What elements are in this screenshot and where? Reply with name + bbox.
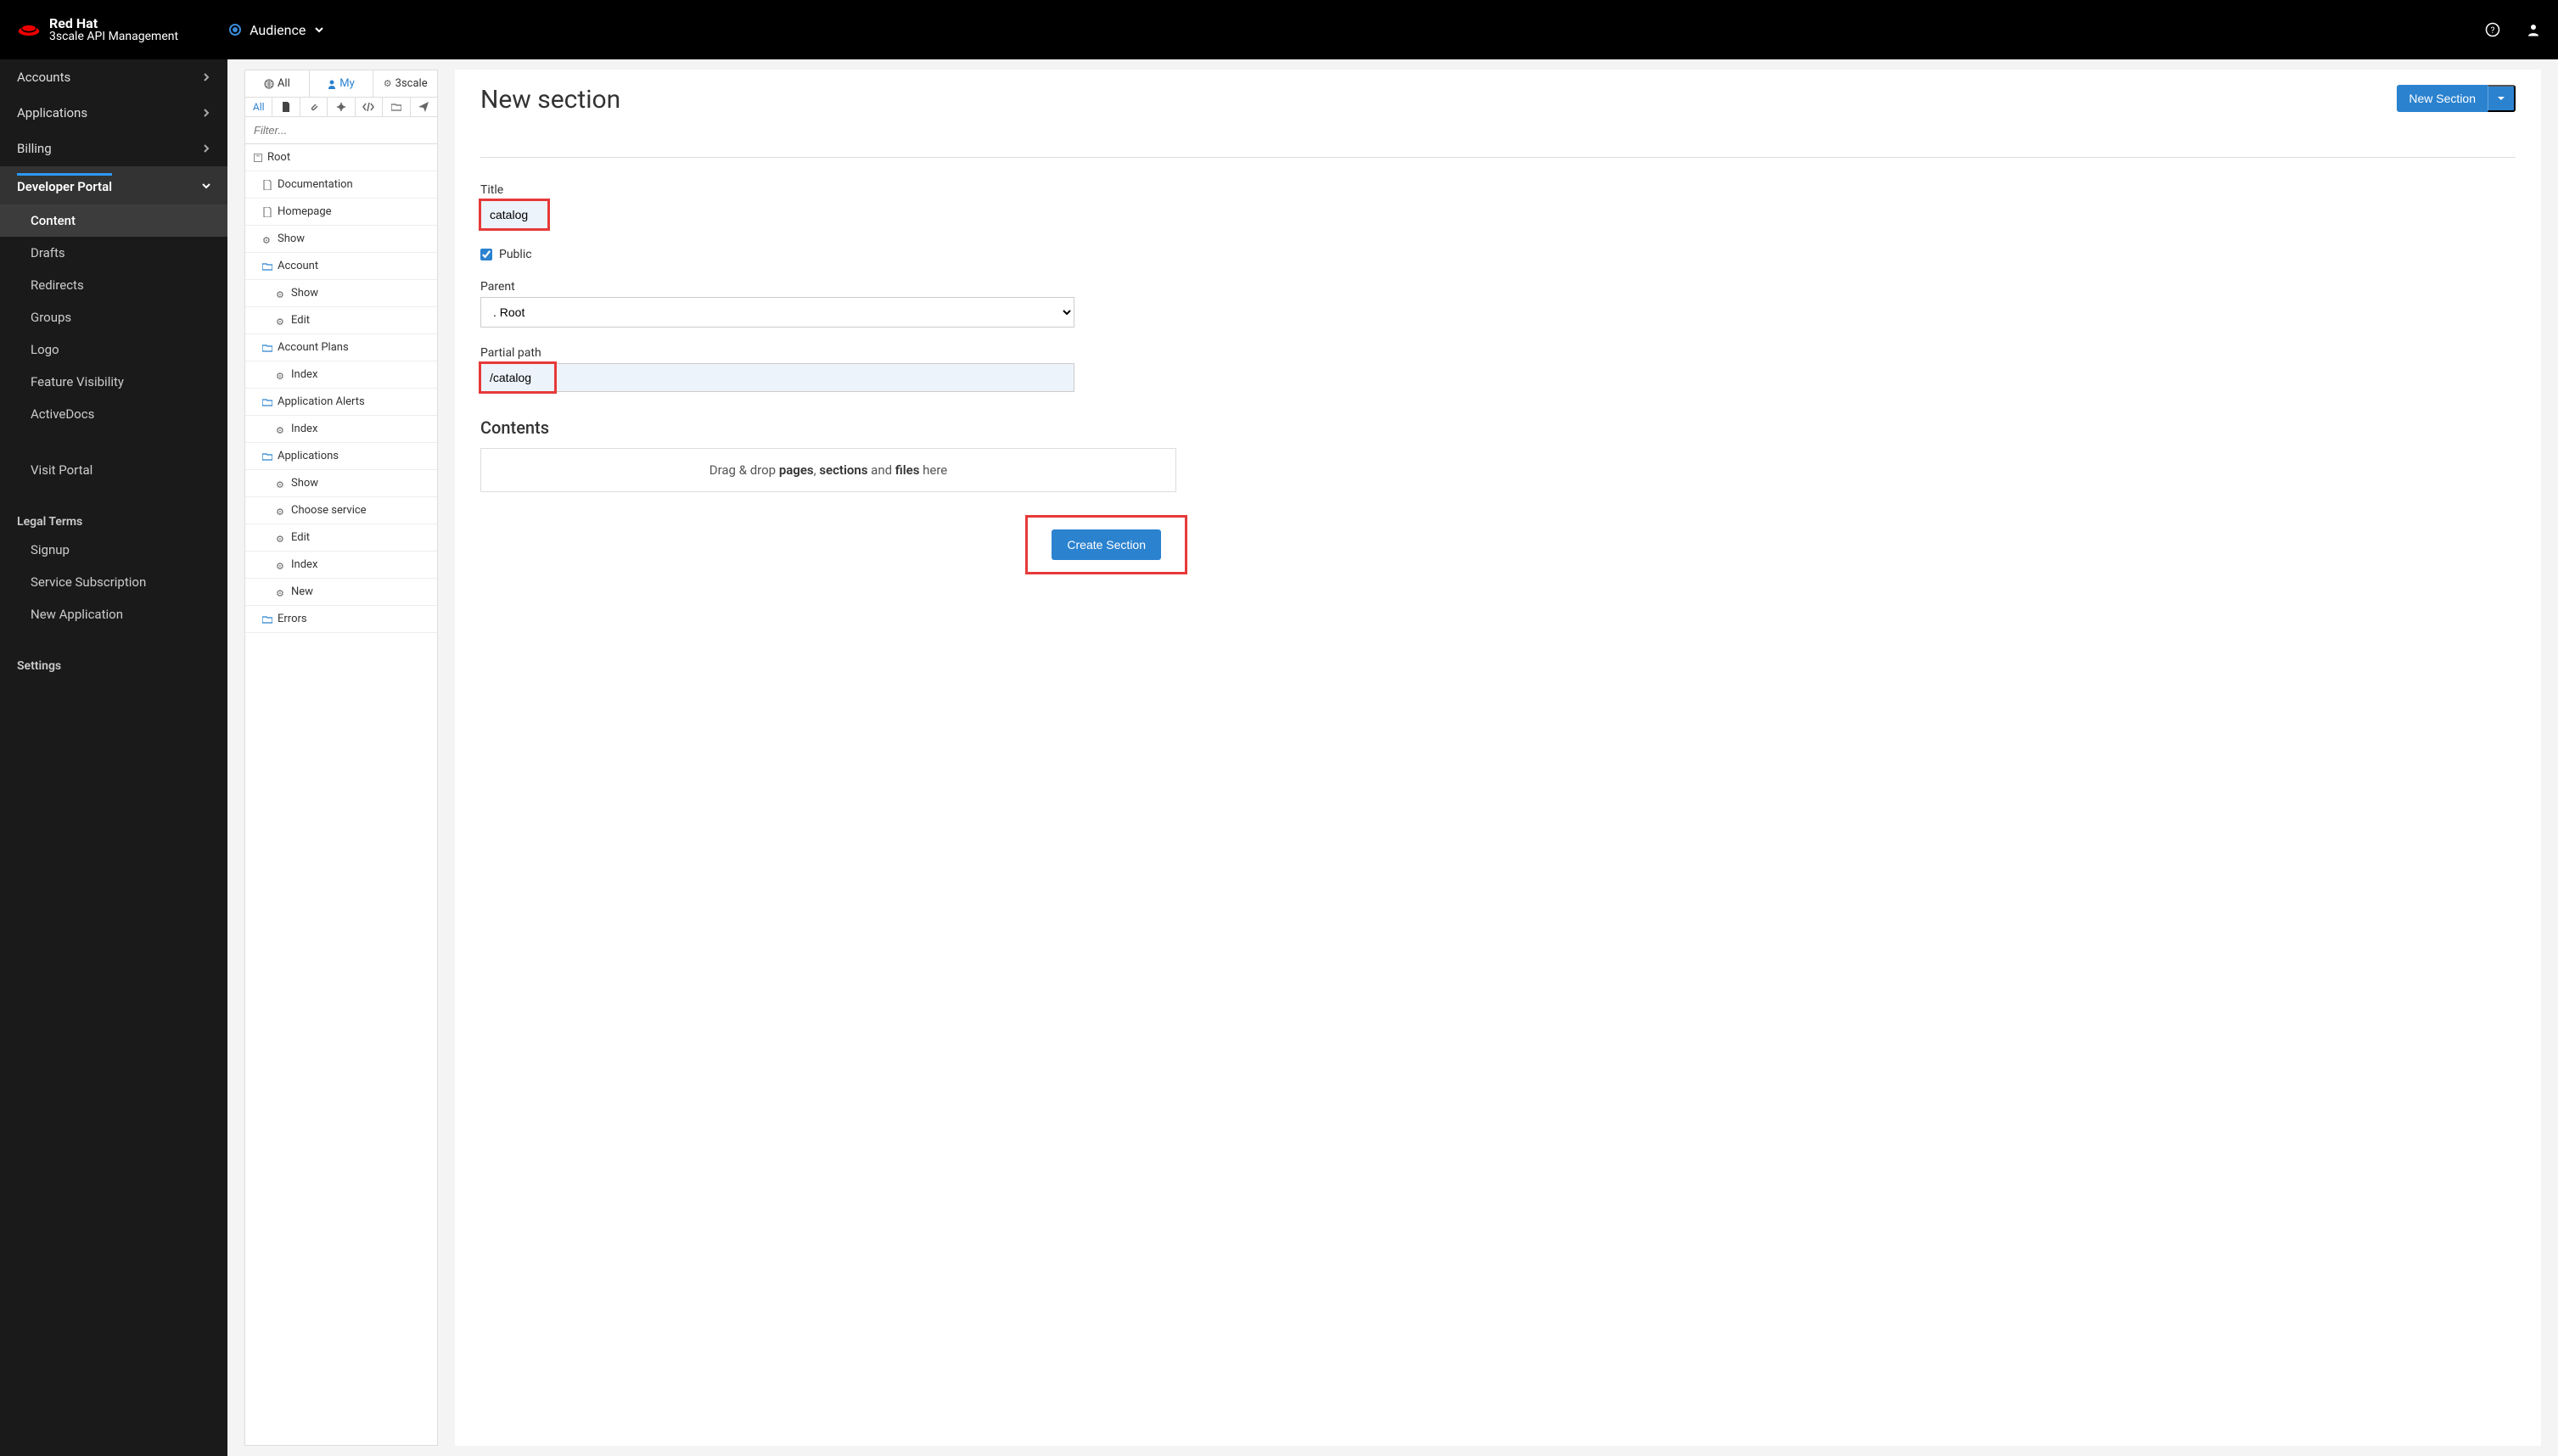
sidebar-item-label: Applications [17, 105, 87, 120]
new-section-button-group: New Section [2397, 85, 2516, 112]
caret-down-icon [2497, 94, 2505, 103]
sidebar-item-label: Billing [17, 141, 52, 156]
partial-path-input[interactable] [480, 363, 1074, 392]
tree-node[interactable]: Application Alerts [245, 389, 437, 416]
filter-partial-icon[interactable] [328, 98, 355, 116]
title-input[interactable] [480, 200, 548, 229]
tree-node[interactable]: New [245, 579, 437, 606]
user-icon[interactable] [2526, 22, 2541, 37]
sidebar-item-developer-portal[interactable]: Developer Portal [0, 166, 227, 204]
tree-node[interactable]: Homepage [245, 199, 437, 226]
title-label: Title [480, 183, 2516, 197]
contents-dropzone[interactable]: Drag & drop pages, sections and files he… [480, 448, 1176, 492]
sidebar-sub-feature-visibility[interactable]: Feature Visibility [0, 366, 227, 398]
sidebar-item-billing[interactable]: Billing [0, 131, 227, 166]
sidebar-item-accounts[interactable]: Accounts [0, 59, 227, 95]
product-name: 3scale API Management [49, 31, 178, 43]
filter-attachment-icon[interactable] [300, 98, 328, 116]
create-section-button[interactable]: Create Section [1052, 529, 1161, 560]
sidebar-sub-content[interactable]: Content [0, 204, 227, 237]
chevron-right-icon [202, 73, 210, 81]
new-section-dropdown[interactable] [2488, 85, 2516, 112]
public-label: Public [499, 248, 532, 261]
sidebar-item-applications[interactable]: Applications [0, 95, 227, 131]
chevron-down-icon [314, 25, 324, 35]
tree-node[interactable]: Edit [245, 524, 437, 552]
sidebar-sub-groups[interactable]: Groups [0, 301, 227, 333]
logo: Red Hat 3scale API Management [17, 16, 178, 44]
sidebar-sub-visit-portal[interactable]: Visit Portal [0, 454, 227, 486]
tree-node[interactable]: Show [245, 280, 437, 307]
sidebar-sub-redirects[interactable]: Redirects [0, 269, 227, 301]
sidebar-item-label: Accounts [17, 70, 70, 85]
public-checkbox[interactable] [480, 249, 492, 260]
context-selector[interactable]: Audience [229, 22, 324, 38]
chevron-right-icon [202, 144, 210, 153]
redhat-logo-icon [17, 20, 41, 39]
tree-node[interactable]: Choose service [245, 497, 437, 524]
settings-header: Settings [0, 646, 227, 678]
globe-icon [264, 79, 274, 89]
page-title: New section [480, 85, 620, 115]
main-panel: New section New Section Title [455, 70, 2541, 1446]
svg-text:?: ? [2491, 25, 2495, 36]
sidebar-sub-logo[interactable]: Logo [0, 333, 227, 366]
parent-label: Parent [480, 280, 2516, 294]
filter-all[interactable]: All [245, 98, 272, 116]
legal-terms-header: Legal Terms [0, 501, 227, 534]
chevron-down-icon [202, 182, 210, 190]
collapse-icon[interactable]: − [254, 154, 262, 162]
context-label: Audience [250, 22, 306, 38]
tree-node[interactable]: Errors [245, 606, 437, 633]
cms-tree: − Root DocumentationHomepageShowAccountS… [245, 144, 437, 633]
tree-node[interactable]: Account [245, 253, 437, 280]
parent-select[interactable]: . Root [480, 297, 1074, 328]
tree-root[interactable]: − Root [245, 144, 437, 171]
tree-node[interactable]: Edit [245, 307, 437, 334]
partial-path-label: Partial path [480, 346, 2516, 360]
tab-all[interactable]: All [245, 70, 310, 97]
filter-plane-icon[interactable] [411, 98, 437, 116]
cms-tree-panel: All My 3scale All [244, 70, 438, 1446]
user-icon [328, 79, 336, 89]
tree-node[interactable]: Index [245, 416, 437, 443]
tree-node[interactable]: Documentation [245, 171, 437, 199]
new-section-button[interactable]: New Section [2397, 85, 2488, 112]
sidebar: Accounts Applications Billing Developer … [0, 59, 227, 1456]
tree-node[interactable]: Index [245, 361, 437, 389]
tree-node[interactable]: Show [245, 226, 437, 253]
sidebar-sub-new-application[interactable]: New Application [0, 598, 227, 630]
tree-node[interactable]: Index [245, 552, 437, 579]
create-section-highlight: Create Section [1028, 518, 1185, 572]
brand-name: Red Hat [49, 16, 178, 31]
sidebar-sub-activedocs[interactable]: ActiveDocs [0, 398, 227, 430]
sidebar-sub-signup[interactable]: Signup [0, 534, 227, 566]
chevron-right-icon [202, 109, 210, 117]
sidebar-sub-drafts[interactable]: Drafts [0, 237, 227, 269]
tab-3scale[interactable]: 3scale [373, 70, 437, 97]
sidebar-item-label: Developer Portal [17, 173, 112, 194]
tree-node[interactable]: Applications [245, 443, 437, 470]
contents-heading: Contents [480, 417, 2516, 438]
radio-icon [229, 24, 241, 36]
topbar: Red Hat 3scale API Management Audience ? [0, 0, 2558, 59]
content-area: All My 3scale All [227, 59, 2558, 1456]
tab-my[interactable]: My [310, 70, 374, 97]
tree-node[interactable]: Show [245, 470, 437, 497]
tree-node[interactable]: Account Plans [245, 334, 437, 361]
filter-folder-icon[interactable] [383, 98, 410, 116]
filter-code-icon[interactable] [356, 98, 383, 116]
filter-page-icon[interactable] [272, 98, 300, 116]
sidebar-sub-service-subscription[interactable]: Service Subscription [0, 566, 227, 598]
help-icon[interactable]: ? [2485, 22, 2500, 37]
gear-icon [384, 77, 392, 90]
filter-input[interactable] [245, 117, 437, 144]
